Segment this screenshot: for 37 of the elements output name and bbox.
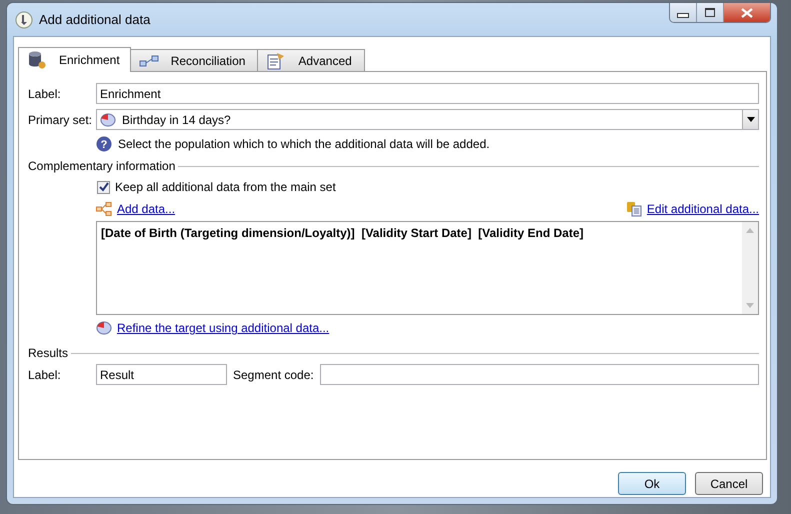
ok-button[interactable]: Ok [618, 472, 686, 495]
help-icon: ? [96, 136, 112, 152]
help-text: Select the population which to which the additional data will be added. [118, 137, 490, 151]
tab[interactable]: Enrichment [18, 47, 131, 72]
close-icon [741, 8, 753, 18]
documents-icon [626, 201, 642, 217]
edit-additional-data-link[interactable]: Edit additional data... [646, 202, 759, 216]
data-text: [Date of Birth (Targeting dimension/Loyalty)] [Validity Start Date] [Validity End Date] [100, 225, 584, 242]
segment-code-field[interactable] [320, 364, 759, 385]
section-title: Results [28, 346, 68, 360]
cancel-button[interactable]: Cancel [695, 472, 763, 495]
tab[interactable]: Reconciliation [130, 49, 258, 71]
database-icon [27, 50, 47, 70]
field-label: Primary set: [28, 112, 94, 126]
field-label: Label: [28, 86, 62, 100]
checkbox[interactable] [97, 180, 110, 194]
add-data-link[interactable]: Add data... [117, 202, 176, 216]
document-icon [266, 50, 286, 70]
label-field[interactable]: Enrichment [96, 83, 759, 104]
primary-set-dropdown[interactable]: Birthday in 14 days? [96, 109, 759, 130]
pie-chart-icon [100, 112, 116, 126]
window-title: Add additional data [39, 12, 152, 27]
result-label-field[interactable]: Result [96, 364, 227, 385]
refine-target-link[interactable]: Refine the target using additional data... [117, 321, 330, 335]
field-label: Segment code: [233, 368, 314, 382]
app-icon [15, 10, 33, 28]
minimize-button[interactable] [670, 3, 697, 22]
tab[interactable]: Advanced [257, 49, 365, 71]
field-label: Label: [28, 368, 62, 382]
additional-data-box[interactable]: [Date of Birth (Targeting dimension/Loyalty)] [Validity Start Date] [Validity End Date] [96, 221, 759, 315]
hierarchy-icon [96, 202, 112, 216]
maximize-button[interactable] [697, 3, 724, 22]
link-icon [138, 54, 159, 68]
checkbox-label: Keep all additional data from the main set [115, 180, 336, 194]
pie-chart-icon [96, 321, 112, 335]
section-title: Complementary information [28, 159, 176, 173]
close-button[interactable] [724, 3, 770, 22]
